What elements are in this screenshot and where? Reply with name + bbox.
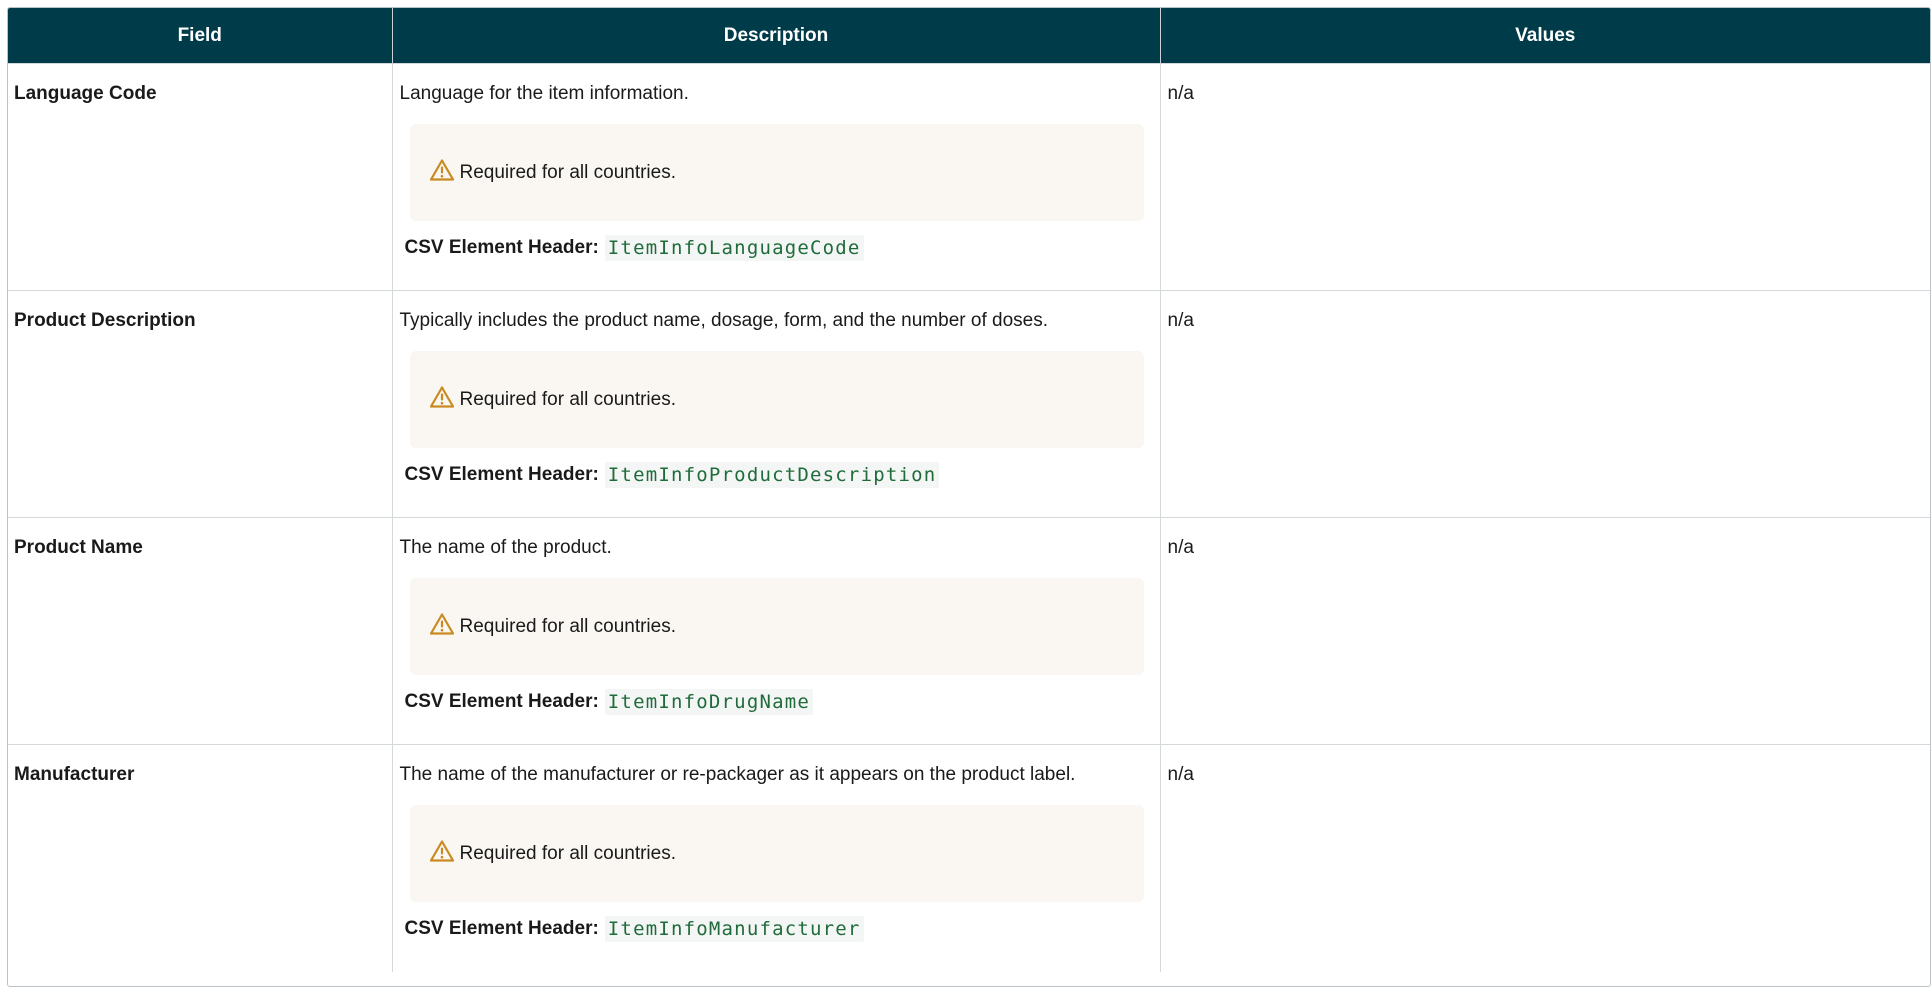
field-reference-table: Field Description Values Language Code L… — [8, 8, 1930, 972]
values-cell: n/a — [1160, 744, 1930, 972]
table-body: Language Code Language for the item info… — [8, 63, 1930, 972]
values-cell: n/a — [1160, 290, 1930, 518]
field-name: Product Description — [8, 290, 393, 518]
requirement-note-text: Required for all countries. — [459, 615, 677, 637]
warning-triangle-icon — [429, 839, 454, 862]
description-text: The name of the product. — [399, 537, 612, 558]
warning-triangle-icon — [429, 612, 454, 635]
csv-element-header: CSV Element Header: ItemInfoProductDescr… — [405, 462, 1144, 488]
csv-element-header-label: CSV Element Header: — [404, 691, 599, 712]
csv-element-header: CSV Element Header: ItemInfoLanguageCode — [405, 235, 1144, 261]
field-reference-table-container: Field Description Values Language Code L… — [7, 7, 1931, 987]
warning-triangle-icon — [429, 158, 454, 181]
csv-element-header-label: CSV Element Header: — [404, 464, 599, 485]
description-cell: Typically includes the product name, dos… — [392, 290, 1161, 518]
description-cell: The name of the product. Required for al… — [392, 517, 1161, 745]
column-header-description: Description — [392, 8, 1161, 64]
description-cell: Language for the item information. Requi… — [392, 63, 1161, 291]
table-header-row: Field Description Values — [8, 8, 1930, 64]
csv-element-header-label: CSV Element Header: — [404, 237, 599, 258]
table-row: Product Name The name of the product. Re… — [8, 517, 1930, 745]
csv-element-header-code: ItemInfoManufacturer — [604, 916, 864, 942]
requirement-note-text: Required for all countries. — [459, 161, 677, 183]
csv-element-header-code: ItemInfoProductDescription — [604, 462, 940, 488]
column-header-field: Field — [8, 8, 393, 64]
description-text: Typically includes the product name, dos… — [399, 310, 1048, 331]
field-name: Product Name — [8, 517, 393, 745]
field-name: Language Code — [8, 63, 393, 291]
field-name: Manufacturer — [8, 744, 393, 972]
description-text: The name of the manufacturer or re-packa… — [399, 764, 1076, 785]
table-row: Language Code Language for the item info… — [8, 63, 1930, 291]
csv-element-header: CSV Element Header: ItemInfoManufacturer — [405, 916, 1144, 942]
csv-element-header: CSV Element Header: ItemInfoDrugName — [405, 689, 1144, 715]
csv-element-header-code: ItemInfoDrugName — [604, 689, 814, 715]
requirement-note: Required for all countries. — [409, 805, 1144, 902]
values-cell: n/a — [1160, 517, 1930, 745]
table-row: Manufacturer The name of the manufacture… — [8, 744, 1930, 972]
requirement-note-text: Required for all countries. — [459, 388, 677, 410]
description-cell: The name of the manufacturer or re-packa… — [392, 744, 1161, 972]
requirement-note: Required for all countries. — [409, 124, 1144, 221]
csv-element-header-code: ItemInfoLanguageCode — [604, 235, 864, 261]
requirement-note: Required for all countries. — [409, 351, 1144, 448]
warning-triangle-icon — [429, 385, 454, 408]
values-cell: n/a — [1160, 63, 1930, 291]
requirement-note-text: Required for all countries. — [459, 842, 677, 864]
column-header-values: Values — [1160, 8, 1930, 64]
table-row: Product Description Typically includes t… — [8, 290, 1930, 518]
description-text: Language for the item information. — [399, 83, 689, 104]
csv-element-header-label: CSV Element Header: — [404, 918, 599, 939]
requirement-note: Required for all countries. — [409, 578, 1144, 675]
table-header: Field Description Values — [8, 8, 1930, 64]
